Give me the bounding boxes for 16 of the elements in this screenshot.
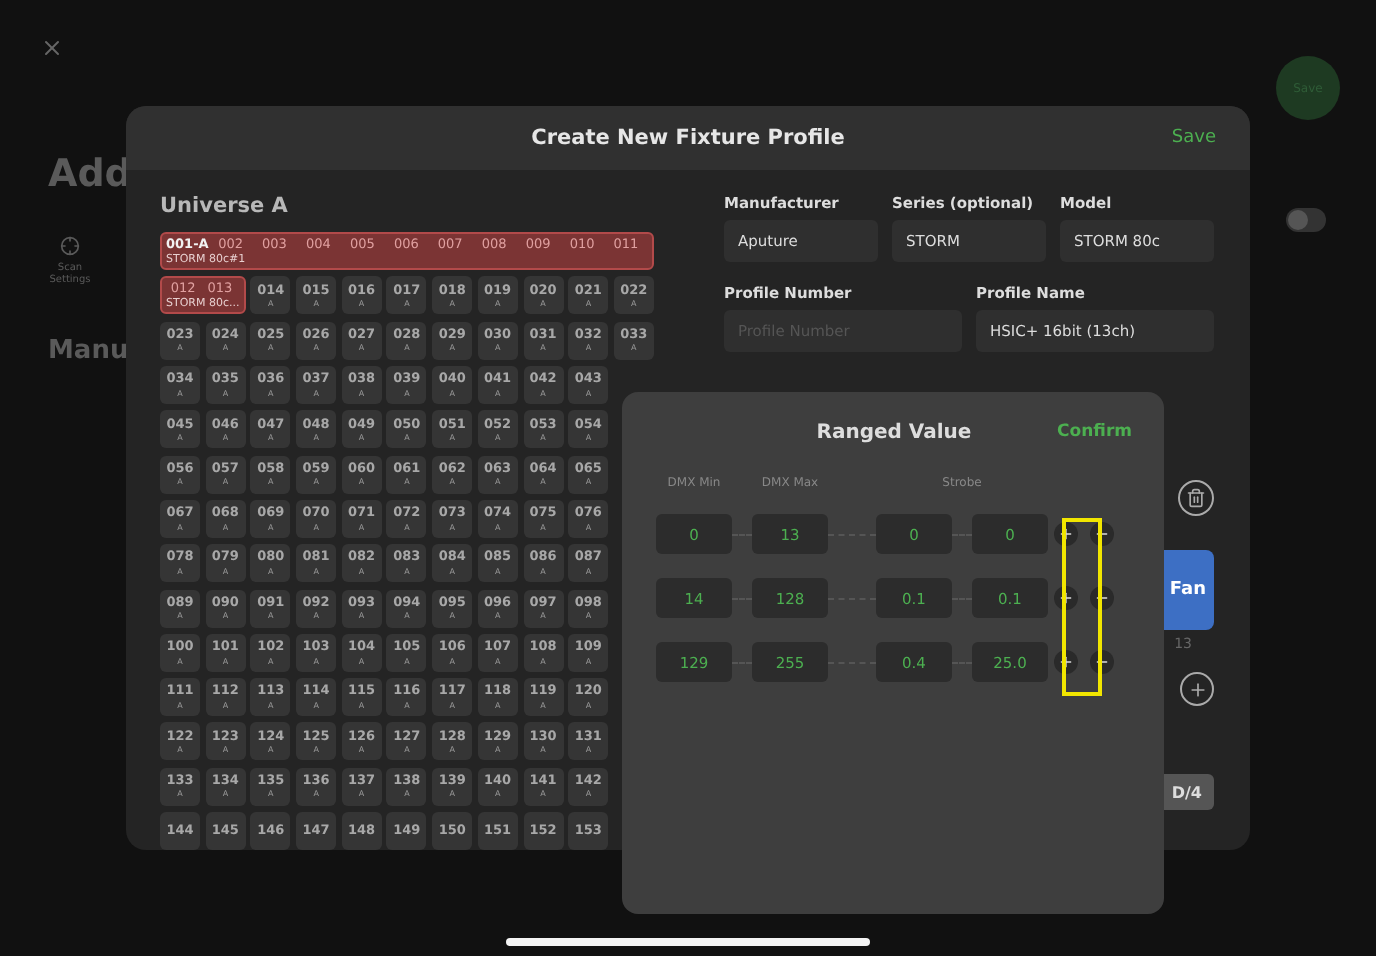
plus-icon [1058, 590, 1074, 606]
add-button[interactable] [1180, 672, 1214, 707]
dialog-title: Ranged Value [816, 421, 972, 443]
confirm-button[interactable]: Confirm [1057, 422, 1132, 442]
plus-icon [1058, 654, 1074, 670]
plus-icon [1058, 526, 1074, 542]
toggle-switch[interactable] [1286, 208, 1326, 232]
plus-icon [1187, 679, 1207, 700]
trash-icon [1186, 488, 1206, 509]
universe-title: Universe A [160, 194, 290, 219]
target-icon [60, 236, 80, 256]
section-title: Manu [48, 336, 129, 366]
close-icon[interactable] [40, 36, 64, 60]
delete-button[interactable] [1178, 480, 1214, 517]
save-button[interactable]: Save [1171, 128, 1216, 149]
dialog-title: Create New Fixture Profile [531, 126, 845, 151]
